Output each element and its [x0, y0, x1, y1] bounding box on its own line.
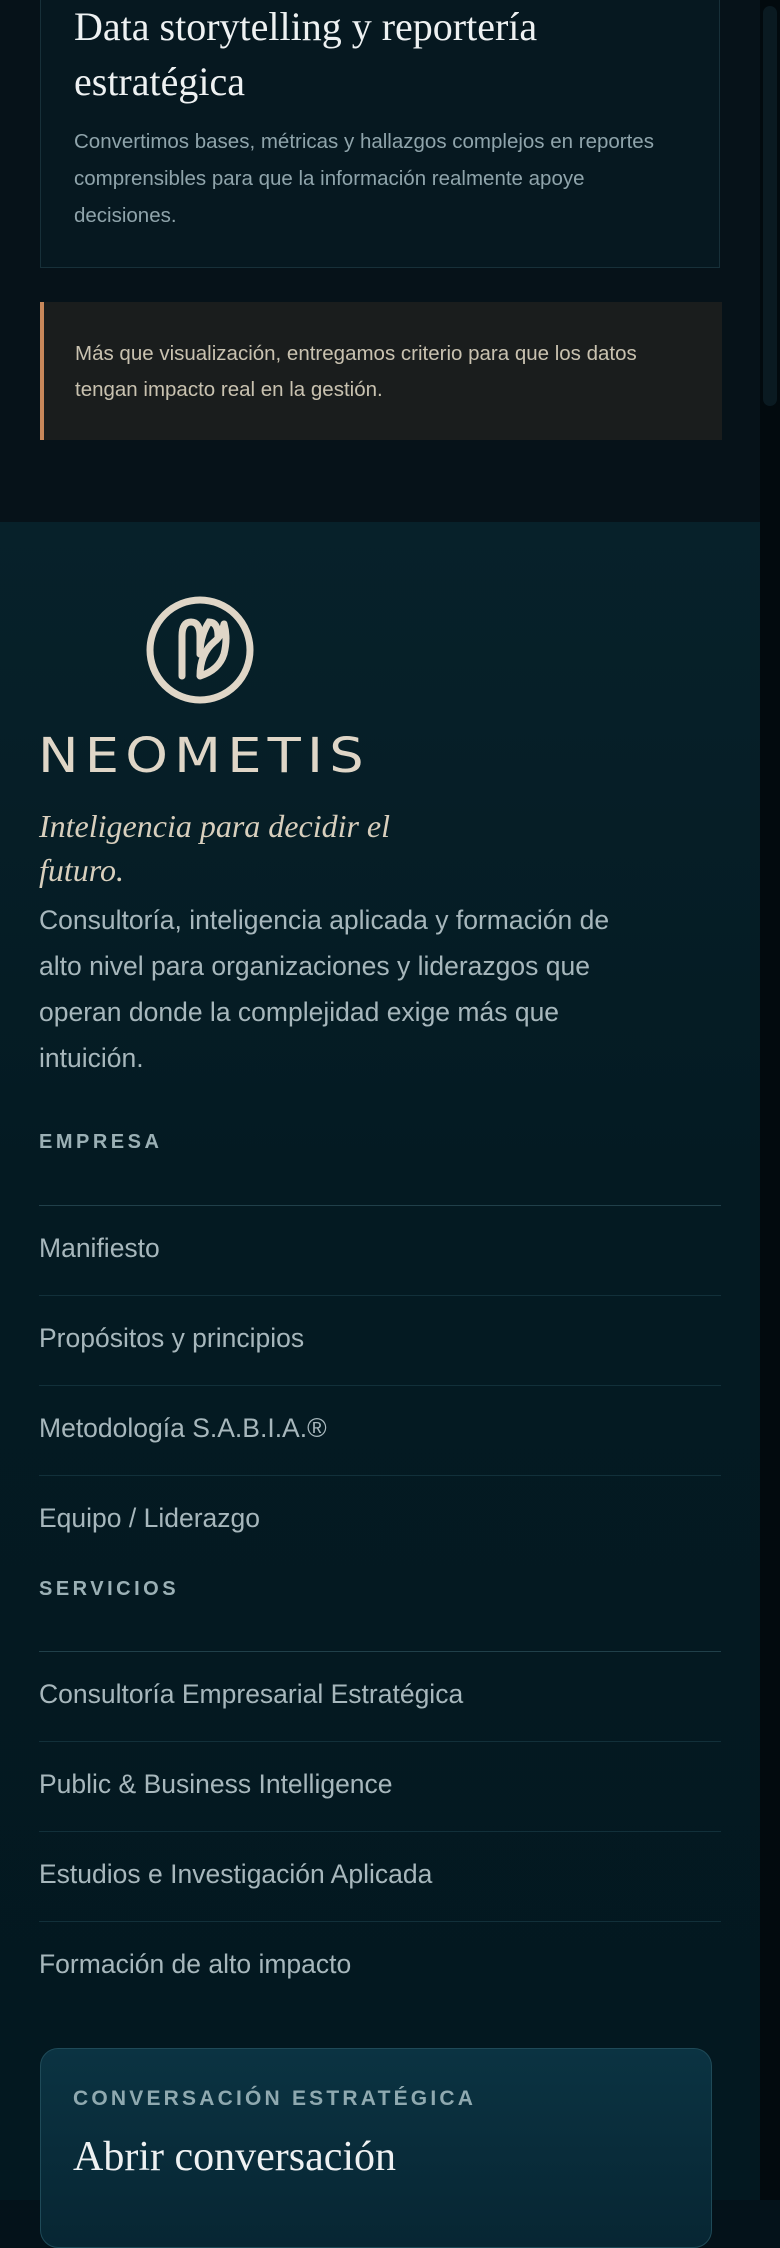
cta-eyebrow: CONVERSACIÓN ESTRATÉGICA — [73, 2087, 477, 2110]
list-item: Consultoría Empresarial Estratégica — [39, 1652, 721, 1742]
footer-link-intelligence[interactable]: Public & Business Intelligence — [39, 1766, 393, 1802]
cta-open-conversation-link[interactable]: Abrir conversación — [73, 2129, 396, 2185]
footer-heading-empresa: EMPRESA — [39, 1131, 163, 1153]
footer-link-manifiesto[interactable]: Manifiesto — [39, 1230, 160, 1266]
brand-wordmark[interactable]: NEOMETIS — [38, 728, 370, 784]
footer-links-empresa: Manifiesto Propósitos y principios Metod… — [39, 1205, 721, 1566]
footer-link-metodologia[interactable]: Metodología S.A.B.I.A.® — [39, 1410, 327, 1446]
list-item: Propósitos y principios — [39, 1296, 721, 1386]
services-section: Data storytelling y reportería estratégi… — [0, 0, 760, 522]
scrollbar-thumb[interactable] — [763, 6, 777, 406]
service-card-description: Convertimos bases, métricas y hallazgos … — [74, 130, 654, 227]
service-card-title: Data storytelling y reportería estratégi… — [74, 4, 538, 104]
service-card-data-storytelling: Data storytelling y reportería estratégi… — [40, 0, 720, 268]
list-item: Metodología S.A.B.I.A.® — [39, 1386, 721, 1476]
footer-link-estudios[interactable]: Estudios e Investigación Aplicada — [39, 1856, 432, 1892]
brand-description: Consultoría, inteligencia aplicada y for… — [39, 905, 610, 1073]
footer-links-servicios: Consultoría Empresarial Estratégica Publ… — [39, 1651, 721, 2012]
scrollbar[interactable] — [760, 0, 780, 2200]
footer-heading-servicios: SERVICIOS — [39, 1578, 180, 1600]
cta-card-conversation[interactable]: CONVERSACIÓN ESTRATÉGICA Abrir conversac… — [40, 2048, 712, 2248]
highlight-text: Más que visualización, entregamos criter… — [75, 342, 637, 401]
list-item: Manifiesto — [39, 1206, 721, 1296]
list-item: Equipo / Liderazgo — [39, 1476, 721, 1566]
footer-link-propositos[interactable]: Propósitos y principios — [39, 1320, 304, 1356]
list-item: Estudios e Investigación Aplicada — [39, 1832, 721, 1922]
neometis-logo-icon[interactable] — [144, 594, 256, 706]
site-footer: NEOMETIS Inteligencia para decidir el fu… — [0, 522, 760, 2248]
brand-tagline: Inteligencia para decidir el futuro. — [39, 808, 391, 888]
footer-link-formacion[interactable]: Formación de alto impacto — [39, 1946, 351, 1982]
highlight-callout: Más que visualización, entregamos criter… — [40, 302, 722, 440]
footer-link-equipo[interactable]: Equipo / Liderazgo — [39, 1500, 260, 1536]
footer-link-consultoria[interactable]: Consultoría Empresarial Estratégica — [39, 1676, 463, 1712]
list-item: Public & Business Intelligence — [39, 1742, 721, 1832]
list-item: Formación de alto impacto — [39, 1922, 721, 2012]
